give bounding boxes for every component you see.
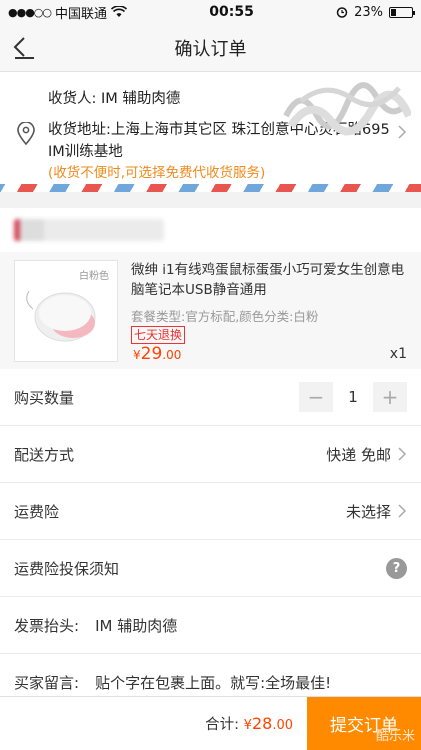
total-amount: ¥28.00: [244, 714, 293, 733]
insurance-label: 运费险: [14, 502, 60, 521]
order-footer: 合计: ¥28.00 提交订单: [0, 696, 421, 750]
address-label: 收货地址:: [48, 122, 111, 138]
scribble-redaction: [283, 82, 411, 136]
airmail-stripe: [0, 184, 421, 192]
insurance-row[interactable]: 运费险 未选择: [0, 483, 421, 540]
shop-name-blurred: [0, 208, 421, 252]
order-item[interactable]: 白粉色 微绅 i1有线鸡蛋鼠标蛋蛋小巧可爱女生创意电脑笔记本USB静音通用 套餐…: [0, 252, 421, 369]
page-title: 确认订单: [174, 38, 247, 60]
insurance-value: 未选择: [345, 502, 391, 521]
nav-bar: 确认订单: [0, 24, 421, 72]
shipping-label: 配送方式: [14, 445, 75, 464]
wifi-icon: [111, 6, 128, 17]
battery-icon: [389, 6, 415, 18]
quantity-row: 购买数量 − 1 +: [0, 369, 421, 426]
shipping-row[interactable]: 配送方式 快递 免邮: [0, 426, 421, 483]
watermark: 酷乐米: [375, 729, 415, 744]
price-symbol: ¥: [133, 348, 141, 362]
product-color-tag: 白粉色: [79, 271, 109, 282]
shipping-value: 快递 免邮: [326, 445, 391, 464]
total-symbol: ¥: [243, 718, 252, 733]
insurance-notice-row[interactable]: 运费险投保须知 ?: [0, 540, 421, 597]
quantity-label: 购买数量: [14, 388, 75, 407]
signal-icon: ●●●○○: [8, 5, 52, 19]
back-arrow-icon[interactable]: [10, 34, 38, 62]
recipient-label: 收货人:: [48, 91, 97, 107]
delivery-tip: (收货不便时,可选择免费代收货服务): [48, 165, 266, 181]
order-total: 合计: ¥28.00: [205, 713, 293, 734]
product-name: 微绅 i1有线鸡蛋鼠标蛋蛋小巧可爱女生创意电脑笔记本USB静音通用: [131, 262, 405, 298]
message-input[interactable]: 贴个字在包裹上面。就写:全场最佳!: [95, 672, 331, 693]
price-dec: .00: [162, 348, 182, 362]
status-time: 00:55: [209, 4, 254, 20]
decrease-button[interactable]: −: [299, 382, 333, 412]
status-bar: ●●●○○ 中国联通 00:55 23%: [0, 0, 421, 24]
total-int: 28: [251, 714, 273, 733]
shop-blur: [14, 219, 164, 241]
product-image: 白粉色: [14, 260, 118, 362]
price-int: 29: [140, 344, 163, 364]
alarm-icon: [336, 7, 348, 18]
carrier-label: 中国联通: [55, 6, 108, 22]
product-price: ¥29.00: [133, 344, 181, 364]
chevron-right-icon: [398, 447, 407, 461]
total-dec: .00: [272, 718, 293, 733]
invoice-label: 发票抬头:: [14, 616, 80, 635]
message-label: 买家留言:: [14, 673, 80, 692]
insurance-notice-label: 运费险投保须知: [14, 559, 120, 578]
increase-button[interactable]: +: [373, 382, 407, 412]
invoice-value: IM 辅助肉德: [95, 616, 178, 635]
recipient-name: IM 辅助肉德: [101, 91, 181, 107]
product-spec: 套餐类型:官方标配,颜色分类:白粉: [131, 309, 319, 324]
battery-percent: 23%: [354, 4, 383, 20]
total-label: 合计:: [205, 717, 240, 733]
location-pin-icon: [17, 122, 35, 146]
chevron-right-icon: [398, 125, 407, 139]
quantity-stepper: − 1 +: [299, 382, 407, 412]
invoice-row[interactable]: 发票抬头: IM 辅助肉德: [0, 597, 421, 654]
return-badge: 七天退换: [131, 326, 186, 344]
quantity-value: 1: [348, 388, 358, 406]
help-icon[interactable]: ?: [386, 557, 407, 579]
product-quantity: x1: [389, 346, 407, 362]
address-section[interactable]: 收货人: IM 辅助肉德 收货地址:上海上海市其它区 珠江创意中心灵石路695 …: [0, 72, 421, 184]
chevron-right-icon: [398, 504, 407, 518]
